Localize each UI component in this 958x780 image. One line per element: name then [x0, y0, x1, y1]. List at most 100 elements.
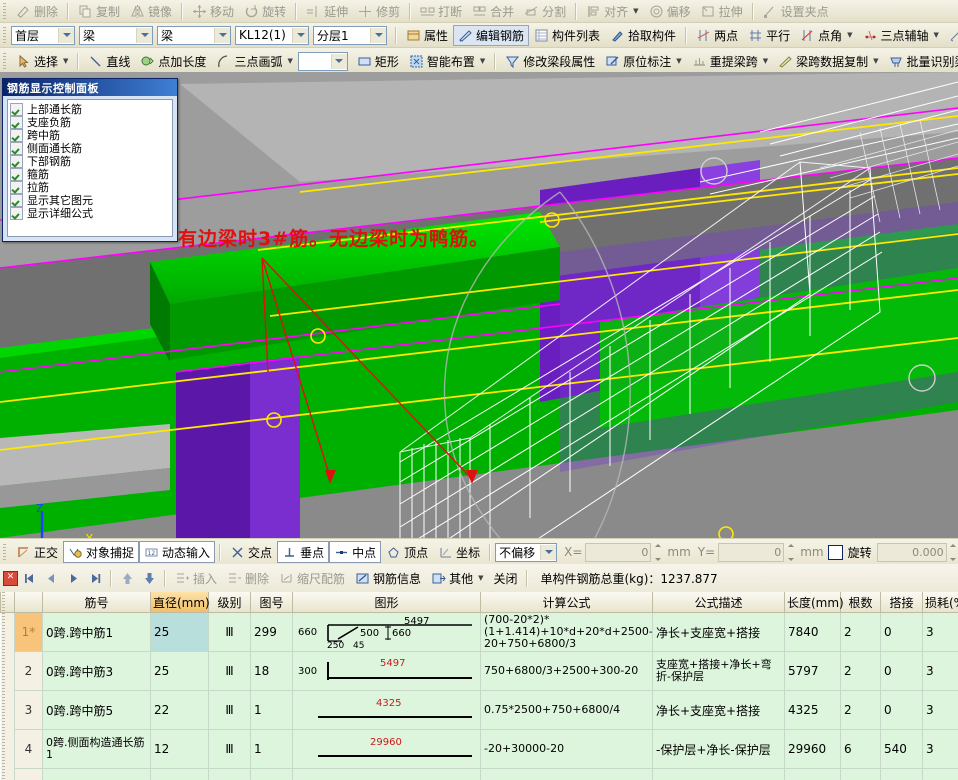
cell-formula[interactable]: (700-20*2)*(1+1.414)+10*d+20*d+2500-20+7… [480, 612, 653, 652]
cell-formula[interactable]: -20+30000-20 [480, 729, 653, 769]
checkbox-show-other-elements[interactable]: 显示其它图元 [10, 194, 170, 207]
header-count[interactable]: 根数 [840, 592, 881, 613]
cell-lap[interactable]: 0 [880, 651, 923, 691]
chevron-down-icon[interactable] [214, 27, 230, 43]
type-combo[interactable]: 梁 [157, 25, 231, 45]
btn-three-point-axis[interactable]: 三点辅轴 ▼ [858, 25, 944, 46]
btn-rebar-info[interactable]: 钢筋信息 [350, 568, 426, 589]
cell-formula[interactable] [480, 768, 653, 780]
cell-drawing-no[interactable]: 1 [250, 729, 293, 769]
cell-lap[interactable]: 0 [880, 690, 923, 730]
cell-drawing-no[interactable] [250, 768, 293, 780]
offset-combo[interactable]: 不偏移 [495, 542, 558, 562]
chevron-down-icon[interactable] [58, 27, 74, 43]
header-rownum[interactable] [14, 592, 43, 613]
toolbar-grip[interactable] [2, 2, 9, 20]
tool-stretch[interactable]: 拉伸 [696, 1, 748, 22]
header-grade[interactable]: 级别 [208, 592, 251, 613]
chevron-down-icon[interactable]: ▼ [934, 31, 939, 39]
cell-grade[interactable] [208, 768, 251, 780]
move-up-button[interactable] [116, 568, 138, 588]
btn-edit-rebar[interactable]: 编辑钢筋 [453, 24, 530, 46]
btn-smart-layout[interactable]: 智能布置 ▼ [404, 51, 490, 72]
btn-in-place-annotation[interactable]: 原位标注 ▼ [600, 51, 686, 72]
chevron-down-icon[interactable]: ▼ [63, 57, 68, 65]
btn-insert-row[interactable]: 插入 [170, 568, 222, 589]
cell-grade[interactable]: Ⅲ [208, 651, 251, 691]
tool-split[interactable]: 分割 [519, 1, 571, 22]
toolbar-grip[interactable] [2, 543, 9, 561]
checkbox-tie-rebar[interactable]: 拉筋 [10, 181, 170, 194]
rotate-checkbox[interactable] [827, 544, 843, 560]
checkbox-icon[interactable] [10, 103, 23, 116]
cell-count[interactable] [840, 768, 881, 780]
btn-span-data-copy[interactable]: 梁跨数据复制 ▼ [773, 51, 883, 72]
btn-snap-vertex[interactable]: 顶点 [381, 541, 433, 563]
btn-delete-row[interactable]: 删除 [222, 568, 274, 589]
header-description[interactable]: 公式描述 [652, 592, 785, 613]
cell-grade[interactable]: Ⅲ [208, 729, 251, 769]
btn-point-angle[interactable]: 点角 ▼ [795, 25, 857, 46]
cell-diameter[interactable]: 12 [150, 729, 209, 769]
table-row[interactable]: 5 0跨.下部钢 [0, 768, 958, 780]
cell-count[interactable]: 2 [840, 612, 881, 652]
btn-ortho[interactable]: 正交 [11, 541, 63, 563]
checkbox-icon[interactable] [10, 168, 23, 181]
y-spinner[interactable] [785, 543, 796, 561]
cell-loss[interactable]: 3 [922, 612, 958, 652]
cell-rebar-name[interactable]: 0跨.跨中筋3 [42, 651, 151, 691]
btn-point-plus-length[interactable]: 点加长度 [135, 51, 211, 72]
btn-rectangle[interactable]: 矩形 [352, 51, 404, 72]
tool-merge[interactable]: 合并 [467, 1, 519, 22]
y-input[interactable]: 0 [718, 542, 785, 562]
floor-combo[interactable]: 首层 [11, 25, 75, 45]
table-row[interactable]: 2 0跨.跨中筋3 25 Ⅲ 18 300 5497 750+6800/3+25… [0, 651, 958, 691]
tool-mirror[interactable]: 镜像 [125, 1, 177, 22]
checkbox-icon[interactable] [10, 116, 23, 129]
btn-snap-intersection[interactable]: 交点 [225, 541, 277, 563]
btn-scaled-rebar[interactable]: 缩尺配筋 [274, 568, 350, 589]
chevron-down-icon[interactable] [330, 53, 347, 69]
btn-object-snap[interactable]: 对象捕捉 [63, 541, 140, 563]
cell-grade[interactable]: Ⅲ [208, 690, 251, 730]
chevron-down-icon[interactable] [540, 544, 557, 560]
cell-description[interactable]: 净长+支座宽+搭接 [652, 690, 785, 730]
last-record-button[interactable] [84, 568, 106, 588]
move-down-button[interactable] [138, 568, 160, 588]
cell-lap[interactable]: 540 [880, 729, 923, 769]
tool-offset[interactable]: 偏移 [644, 1, 696, 22]
cell-rebar-name[interactable]: 0跨.跨中筋5 [42, 690, 151, 730]
checkbox-stirrup[interactable]: 箍筋 [10, 168, 170, 181]
cell-length[interactable]: 7840 [784, 612, 841, 652]
chevron-down-icon[interactable] [370, 27, 386, 43]
btn-two-point[interactable]: 两点 [691, 25, 743, 46]
cell-loss[interactable] [922, 768, 958, 780]
checkbox-icon[interactable] [10, 181, 23, 194]
cell-diameter[interactable]: 25 [150, 612, 209, 652]
checkbox-bottom-rebar[interactable]: 下部钢筋 [10, 155, 170, 168]
cell-loss[interactable]: 3 [922, 651, 958, 691]
btn-re-extract-span[interactable]: 重提梁跨 ▼ [687, 51, 773, 72]
table-row[interactable]: 1* 0跨.跨中筋1 25 Ⅲ 299 660 250 45 500 660 5… [0, 612, 958, 652]
cell-description[interactable] [652, 768, 785, 780]
btn-three-point-arc[interactable]: 三点画弧 ▼ [211, 51, 297, 72]
cell-length[interactable]: 5797 [784, 651, 841, 691]
header-rebar-name[interactable]: 筋号 [42, 592, 151, 613]
cell-grade[interactable]: Ⅲ [208, 612, 251, 652]
cell-rebar-name[interactable]: 0跨.下部钢 [42, 768, 151, 780]
cell-diameter[interactable]: 22 [150, 690, 209, 730]
chevron-down-icon[interactable]: ▼ [873, 57, 878, 65]
checkbox-icon[interactable] [10, 207, 23, 220]
btn-snap-midpoint[interactable]: 中点 [329, 541, 382, 563]
chevron-down-icon[interactable]: ▼ [847, 31, 852, 39]
rotate-input[interactable]: 0.000 [876, 542, 947, 562]
cell-shape[interactable] [292, 768, 481, 780]
btn-coordinate[interactable]: 坐标 [433, 541, 485, 563]
close-icon[interactable]: ✕ [3, 570, 18, 586]
cell-loss[interactable]: 3 [922, 690, 958, 730]
cell-formula[interactable]: 750+6800/3+2500+300-20 [480, 651, 653, 691]
cell-shape[interactable]: 300 5497 [292, 651, 481, 691]
rebar-display-control-panel[interactable]: 钢筋显示控制面板 上部通长筋 支座负筋 跨中筋 侧面通长筋 下部钢筋 箍筋 拉筋… [2, 78, 178, 242]
header-shape[interactable]: 图形 [292, 592, 481, 613]
tool-delete[interactable]: 删除 [11, 1, 63, 22]
